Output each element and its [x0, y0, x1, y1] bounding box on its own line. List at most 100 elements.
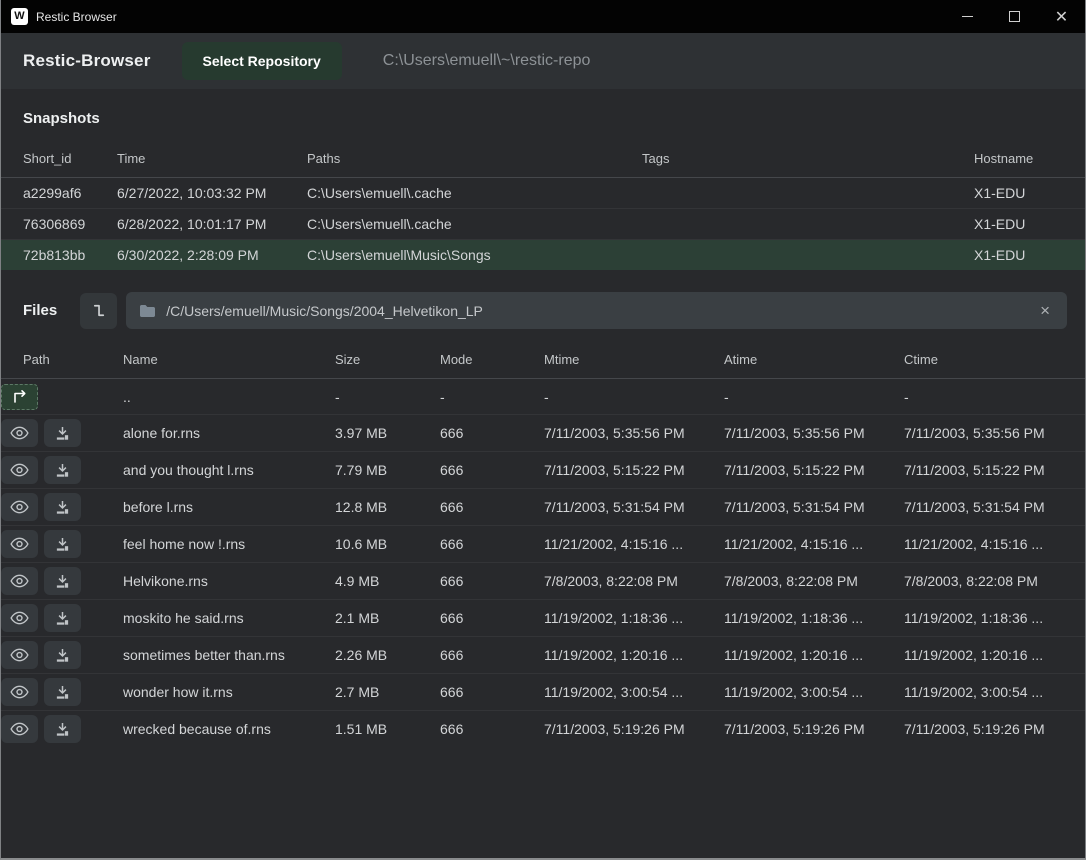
file-name: sometimes better than.rns	[123, 637, 335, 674]
view-file-button[interactable]	[1, 419, 38, 447]
maximize-button[interactable]	[991, 0, 1038, 33]
file-size: 2.1 MB	[335, 600, 440, 637]
view-file-button[interactable]	[1, 493, 38, 521]
file-size: -	[335, 379, 440, 415]
file-size: 3.97 MB	[335, 415, 440, 452]
eye-icon	[10, 722, 29, 736]
file-mode: -	[440, 379, 544, 415]
file-name: wrecked because of.rns	[123, 711, 335, 748]
download-icon	[55, 722, 70, 737]
header: Restic-Browser Select Repository C:\User…	[1, 33, 1085, 89]
file-mode: 666	[440, 489, 544, 526]
file-atime: 7/11/2003, 5:35:56 PM	[724, 415, 904, 452]
repository-path: C:\Users\emuell\~\restic-repo	[383, 52, 591, 70]
go-parent-button[interactable]	[1, 384, 38, 410]
file-mode: 666	[440, 526, 544, 563]
snapshot-time: 6/30/2022, 2:28:09 PM	[117, 240, 307, 271]
col-paths: Paths	[307, 140, 642, 178]
view-file-button[interactable]	[1, 456, 38, 484]
eye-icon	[10, 500, 29, 514]
file-row: wrecked because of.rns 1.51 MB 666 7/11/…	[1, 711, 1086, 748]
file-name: Helvikone.rns	[123, 563, 335, 600]
up-right-arrow-icon	[11, 389, 29, 404]
file-mtime: 7/11/2003, 5:31:54 PM	[544, 489, 724, 526]
file-size: 7.79 MB	[335, 452, 440, 489]
download-file-button[interactable]	[44, 419, 81, 447]
col-mode: Mode	[440, 341, 544, 379]
snapshot-row[interactable]: 76306869 6/28/2022, 10:01:17 PM C:\Users…	[1, 209, 1086, 240]
window-controls: ✕	[944, 0, 1085, 33]
file-size: 1.51 MB	[335, 711, 440, 748]
view-file-button[interactable]	[1, 604, 38, 632]
file-mtime: 11/21/2002, 4:15:16 ...	[544, 526, 724, 563]
file-size: 4.9 MB	[335, 563, 440, 600]
download-icon	[55, 574, 70, 589]
snapshot-hostname: X1-EDU	[974, 240, 1086, 271]
download-file-button[interactable]	[44, 493, 81, 521]
snapshot-short-id: 76306869	[1, 209, 117, 240]
select-repository-button[interactable]: Select Repository	[182, 42, 342, 80]
file-atime: 7/8/2003, 8:22:08 PM	[724, 563, 904, 600]
col-name: Name	[123, 341, 335, 379]
file-ctime: 7/11/2003, 5:15:22 PM	[904, 452, 1086, 489]
file-atime: 11/19/2002, 1:20:16 ...	[724, 637, 904, 674]
file-mode: 666	[440, 637, 544, 674]
download-icon	[55, 500, 70, 515]
view-file-button[interactable]	[1, 715, 38, 743]
view-file-button[interactable]	[1, 641, 38, 669]
eye-icon	[10, 574, 29, 588]
file-ctime: 11/19/2002, 1:18:36 ...	[904, 600, 1086, 637]
file-row: before l.rns 12.8 MB 666 7/11/2003, 5:31…	[1, 489, 1086, 526]
download-file-button[interactable]	[44, 456, 81, 484]
file-name: alone for.rns	[123, 415, 335, 452]
download-icon	[55, 648, 70, 663]
view-file-button[interactable]	[1, 567, 38, 595]
clear-path-icon[interactable]: ×	[1036, 300, 1054, 321]
eye-icon	[10, 537, 29, 551]
snapshot-hostname: X1-EDU	[974, 209, 1086, 240]
col-mtime: Mtime	[544, 341, 724, 379]
download-file-button[interactable]	[44, 641, 81, 669]
file-size: 12.8 MB	[335, 489, 440, 526]
download-icon	[55, 611, 70, 626]
snapshot-row-selected[interactable]: 72b813bb 6/30/2022, 2:28:09 PM C:\Users\…	[1, 240, 1086, 271]
file-ctime: 11/21/2002, 4:15:16 ...	[904, 526, 1086, 563]
file-atime: 11/19/2002, 1:18:36 ...	[724, 600, 904, 637]
download-file-button[interactable]	[44, 678, 81, 706]
file-row: wonder how it.rns 2.7 MB 666 11/19/2002,…	[1, 674, 1086, 711]
download-file-button[interactable]	[44, 530, 81, 558]
file-row: Helvikone.rns 4.9 MB 666 7/8/2003, 8:22:…	[1, 563, 1086, 600]
minimize-button[interactable]	[944, 0, 991, 33]
col-tags: Tags	[642, 140, 974, 178]
col-short-id: Short_id	[1, 140, 117, 178]
view-file-button[interactable]	[1, 678, 38, 706]
download-file-button[interactable]	[44, 715, 81, 743]
download-file-button[interactable]	[44, 567, 81, 595]
snapshot-tags	[642, 209, 974, 240]
files-bar: Files /C/Users/emuell/Music/Songs/2004_H…	[1, 279, 1085, 341]
eye-icon	[10, 426, 29, 440]
file-name: wonder how it.rns	[123, 674, 335, 711]
eye-icon	[10, 685, 29, 699]
file-mode: 666	[440, 452, 544, 489]
file-mtime: -	[544, 379, 724, 415]
file-name: feel home now !.rns	[123, 526, 335, 563]
snapshot-short-id: a2299af6	[1, 178, 117, 209]
files-header-row: Path Name Size Mode Mtime Atime Ctime	[1, 341, 1086, 379]
snapshot-time: 6/27/2022, 10:03:32 PM	[117, 178, 307, 209]
col-time: Time	[117, 140, 307, 178]
breadcrumb-path-bar[interactable]: /C/Users/emuell/Music/Songs/2004_Helveti…	[126, 292, 1067, 329]
file-size: 10.6 MB	[335, 526, 440, 563]
col-path: Path	[1, 341, 123, 379]
download-file-button[interactable]	[44, 604, 81, 632]
file-mtime: 7/8/2003, 8:22:08 PM	[544, 563, 724, 600]
file-row: feel home now !.rns 10.6 MB 666 11/21/20…	[1, 526, 1086, 563]
file-row: and you thought l.rns 7.79 MB 666 7/11/2…	[1, 452, 1086, 489]
file-ctime: 7/8/2003, 8:22:08 PM	[904, 563, 1086, 600]
view-file-button[interactable]	[1, 530, 38, 558]
titlebar: W Restic Browser ✕	[1, 0, 1085, 33]
tree-toggle-button[interactable]	[80, 293, 117, 329]
snapshot-row[interactable]: a2299af6 6/27/2022, 10:03:32 PM C:\Users…	[1, 178, 1086, 209]
file-atime: 11/21/2002, 4:15:16 ...	[724, 526, 904, 563]
close-button[interactable]: ✕	[1038, 0, 1085, 33]
